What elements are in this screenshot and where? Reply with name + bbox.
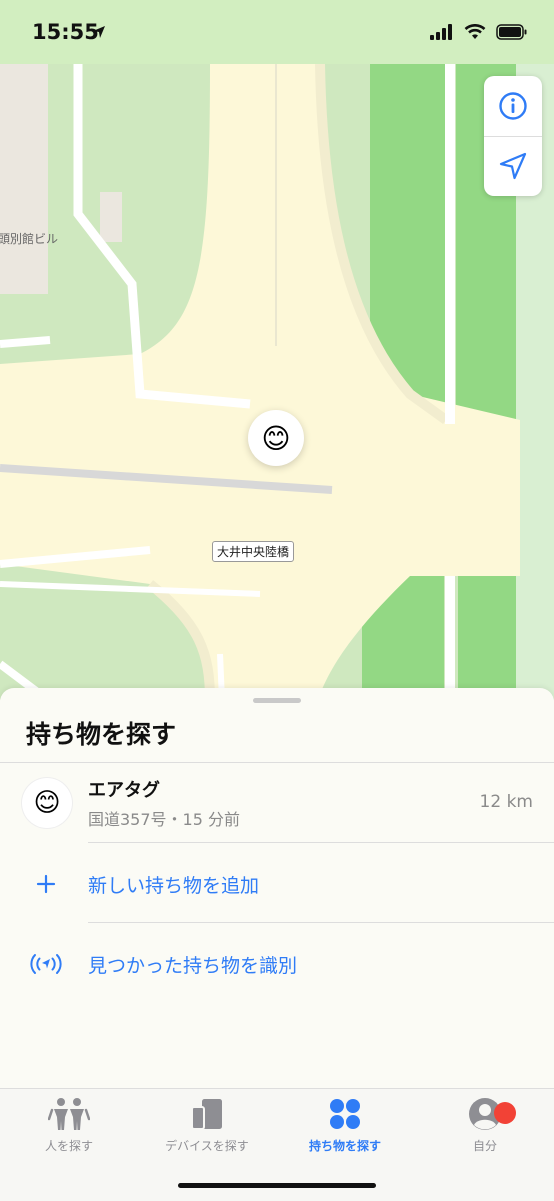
devices-icon xyxy=(191,1099,222,1130)
items-icon xyxy=(330,1099,360,1129)
divider xyxy=(88,922,554,923)
status-indicators xyxy=(430,24,528,40)
bottom-sheet[interactable]: 持ち物を探す 😊 エアタグ 国道357号・15 分前 12 km 新しい持ち物を… xyxy=(0,688,554,1088)
sheet-grabber[interactable] xyxy=(253,698,301,703)
divider xyxy=(0,762,554,763)
status-time: 15:55 xyxy=(32,20,99,44)
people-icon xyxy=(48,1098,90,1130)
tab-me-label: 自分 xyxy=(472,1139,497,1153)
map-info-button[interactable] xyxy=(484,76,542,137)
tab-devices[interactable]: デバイスを探す xyxy=(138,1097,276,1154)
map-canvas xyxy=(0,64,554,700)
tab-items[interactable]: 持ち物を探す xyxy=(276,1097,414,1154)
airtag-map-pin[interactable]: 😊 xyxy=(248,410,304,466)
home-indicator xyxy=(178,1183,376,1188)
cellular-signal-icon xyxy=(430,24,452,40)
identify-found-item-label: 見つかった持ち物を識別 xyxy=(88,955,298,977)
plus-icon xyxy=(34,872,58,896)
item-emoji: 😊 xyxy=(33,788,61,818)
item-name: エアタグ xyxy=(88,780,160,801)
item-distance: 12 km xyxy=(479,792,533,812)
map-controls xyxy=(484,76,542,196)
pin-emoji: 😊 xyxy=(261,421,291,455)
info-icon xyxy=(499,92,527,120)
sheet-title: 持ち物を探す xyxy=(26,720,177,749)
item-location-time: 国道357号・15 分前 xyxy=(88,810,240,829)
tab-me[interactable]: 自分 xyxy=(416,1097,554,1154)
map-tracking-button[interactable] xyxy=(484,136,542,196)
add-item-label: 新しい持ち物を追加 xyxy=(88,875,260,897)
tab-people[interactable]: 人を探す xyxy=(0,1097,138,1154)
status-bar: 15:55 xyxy=(0,0,554,64)
notification-badge xyxy=(494,1102,516,1124)
item-avatar: 😊 xyxy=(22,778,72,828)
tab-items-label: 持ち物を探す xyxy=(308,1139,381,1153)
tab-people-label: 人を探す xyxy=(44,1139,93,1153)
building-label: 頭別館ビル xyxy=(0,232,59,246)
road-label: 大井中央陸橋 xyxy=(212,541,295,562)
divider xyxy=(88,842,554,843)
location-services-icon xyxy=(93,26,105,38)
battery-icon xyxy=(496,24,527,40)
identify-signal-icon xyxy=(26,950,66,978)
location-arrow-icon xyxy=(499,152,527,180)
map-view[interactable]: 頭別館ビル 大井中央陸橋 😊 xyxy=(0,64,554,700)
tab-devices-label: デバイスを探す xyxy=(165,1139,249,1153)
wifi-icon xyxy=(464,24,486,39)
